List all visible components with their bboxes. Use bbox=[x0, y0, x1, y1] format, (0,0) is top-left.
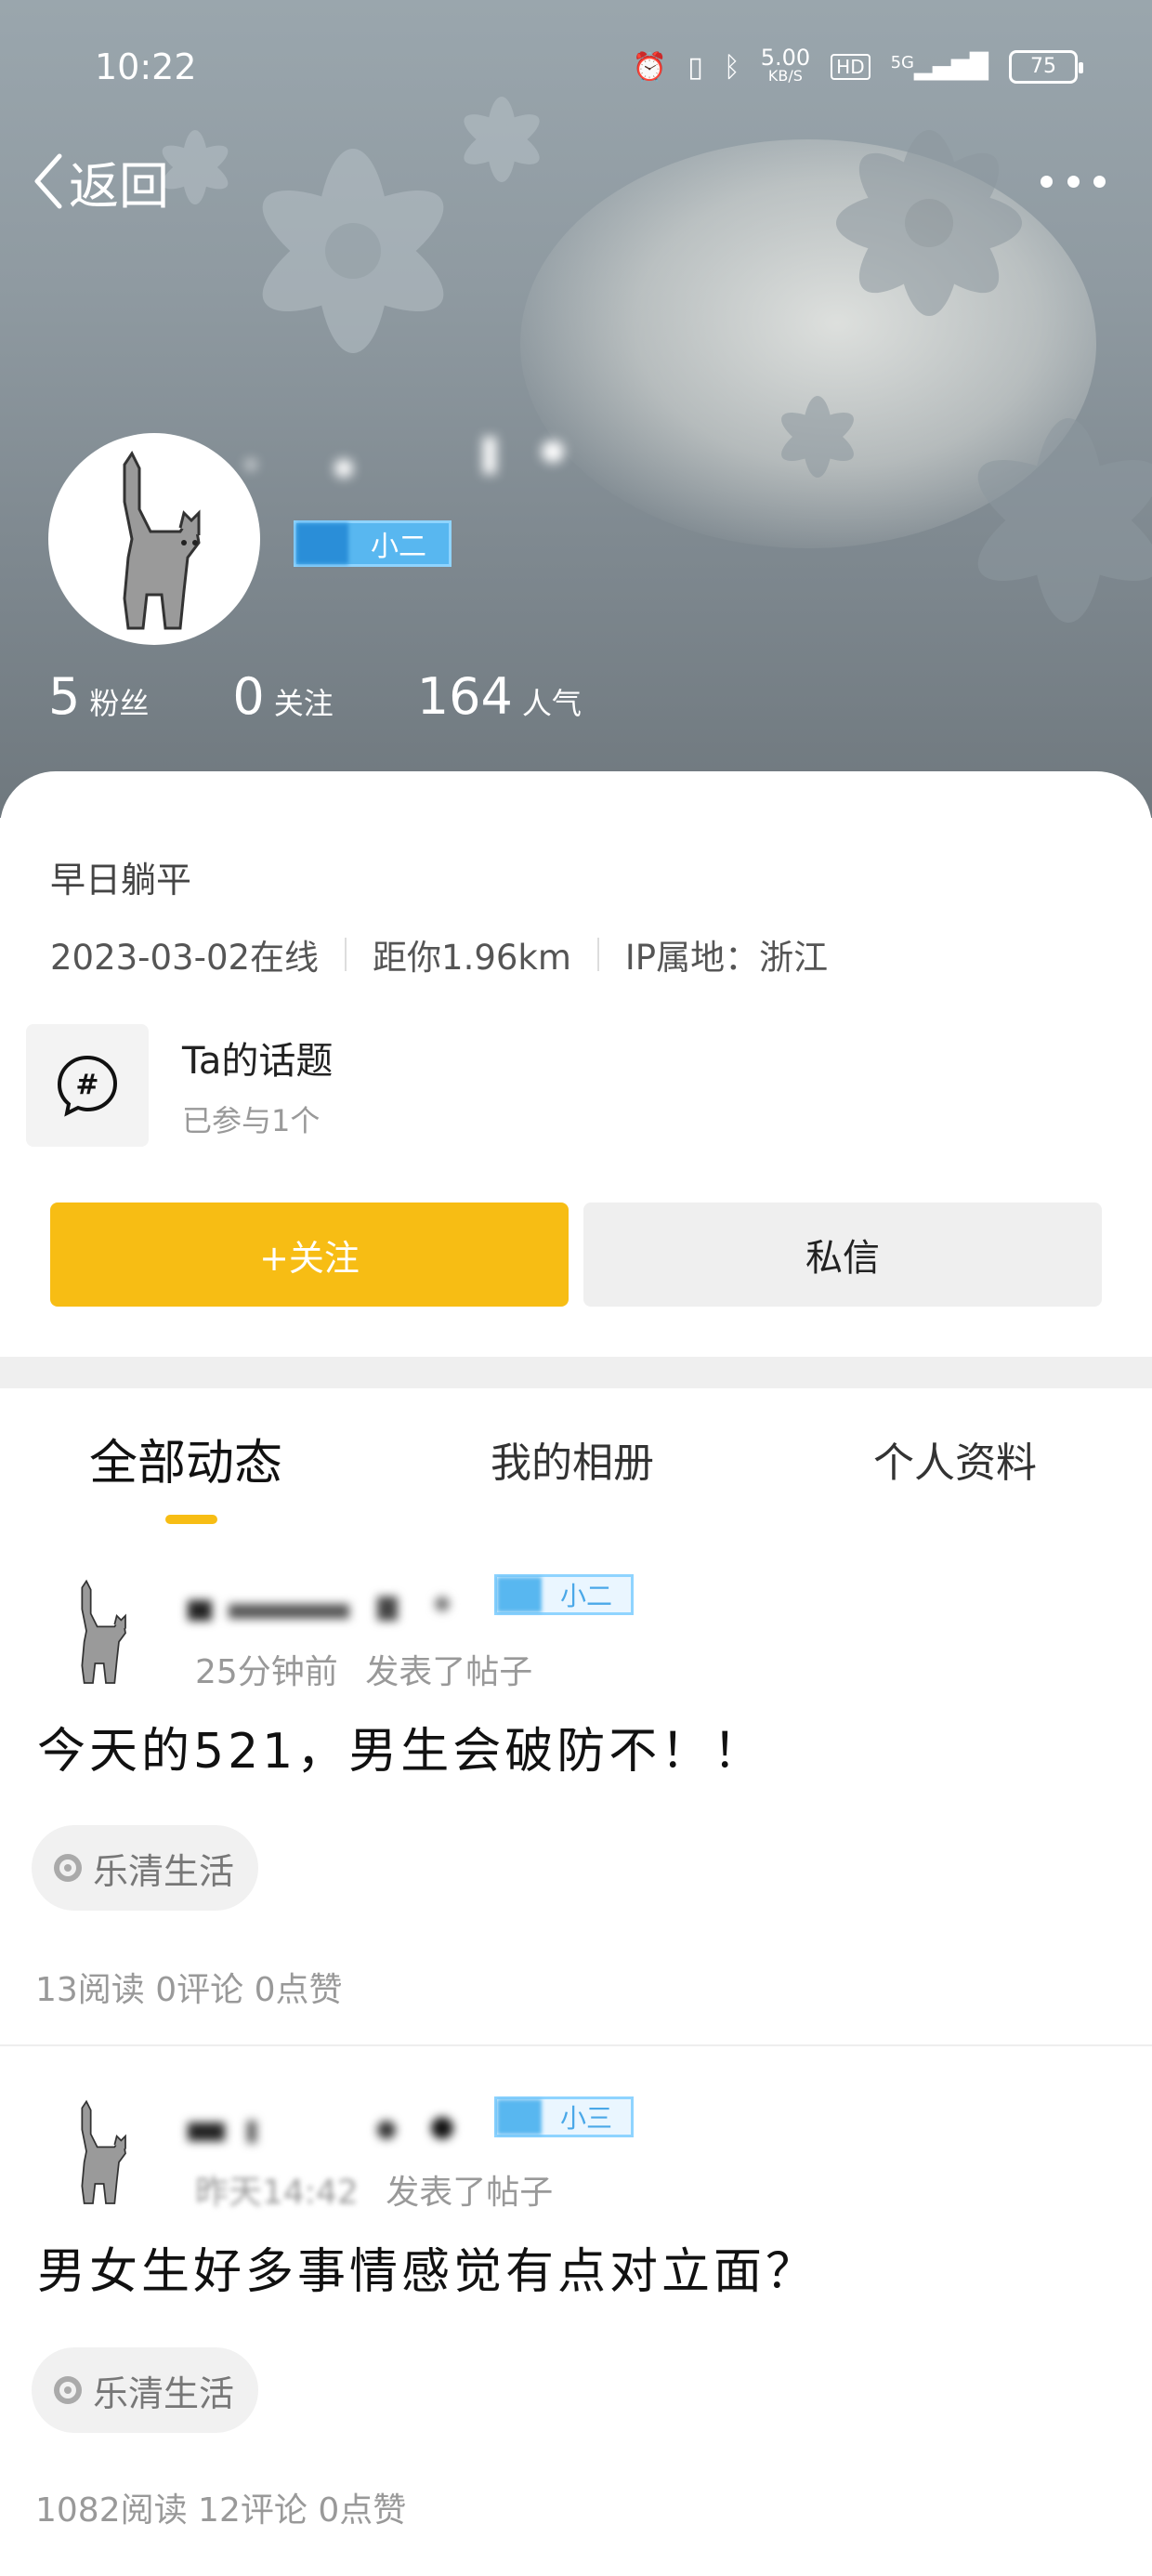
meta-divider bbox=[596, 938, 599, 971]
level-badge-label: 小二 bbox=[371, 531, 426, 563]
topic-text: Ta的话题 已参与1个 bbox=[182, 1031, 333, 1140]
stat-popularity-label: 人气 bbox=[521, 686, 582, 721]
profile-meta: 2023-03-02在线 距你1.96km IP属地：浙江 bbox=[50, 929, 828, 979]
post-title[interactable]: 男女生好多事情感觉有点对立面？ bbox=[37, 2232, 818, 2302]
net-speed-value: 5.00 bbox=[760, 45, 811, 71]
post-card[interactable]: 小三 昨天14:42 发表了帖子 男女生好多事情感觉有点对立面？ 乐清生活 10… bbox=[0, 2063, 1152, 2565]
follow-button[interactable]: +关注 bbox=[50, 1203, 569, 1307]
stat-popularity: 164 人气 bbox=[417, 667, 582, 726]
stat-following-value: 0 bbox=[232, 667, 265, 726]
svg-text:#: # bbox=[75, 1069, 98, 1101]
topic-subtitle: 已参与1个 bbox=[182, 1103, 321, 1138]
meta-divider bbox=[345, 938, 347, 971]
post-topic-tag[interactable]: 乐清生活 bbox=[32, 2347, 259, 2433]
back-button[interactable]: 返回 bbox=[32, 149, 169, 216]
post-time-value: 25分钟前 bbox=[195, 1653, 338, 1691]
post-author-badge: 小三 bbox=[494, 2096, 634, 2137]
post-topic-tag[interactable]: 乐清生活 bbox=[32, 1825, 259, 1911]
post-author-blurred bbox=[182, 2102, 498, 2158]
status-icons: ⏰ ▯ ᛒ 5.00 KB/S HD 5G▂▄▆█ 75 bbox=[632, 45, 1083, 85]
stat-fans-label: 粉丝 bbox=[89, 686, 150, 721]
topic-icon-box: # bbox=[26, 1024, 149, 1147]
post-level-blurred bbox=[497, 1577, 542, 1612]
target-icon bbox=[54, 1854, 82, 1882]
post-time-value: 昨天14:42 bbox=[195, 2174, 359, 2212]
profile-tabs: 全部动态 我的相册 个人资料 bbox=[0, 1388, 1152, 1528]
more-button[interactable] bbox=[1041, 163, 1106, 200]
battery-icon: 75 bbox=[1009, 50, 1083, 84]
stat-following-label: 关注 bbox=[273, 686, 334, 721]
tab-album[interactable]: 我的相册 bbox=[491, 1429, 654, 1489]
post-avatar[interactable] bbox=[67, 1571, 132, 1691]
bluetooth-icon: ᛒ bbox=[723, 50, 740, 84]
target-icon bbox=[54, 2376, 82, 2404]
hashtag-icon: # bbox=[57, 1055, 118, 1117]
distance: 距你1.96km bbox=[373, 938, 571, 978]
alarm-icon: ⏰ bbox=[632, 50, 668, 84]
stat-fans[interactable]: 5 粉丝 bbox=[48, 667, 149, 726]
network-type: 5G bbox=[890, 53, 915, 72]
status-bar: 10:22 ⏰ ▯ ᛒ 5.00 KB/S HD 5G▂▄▆█ 75 bbox=[0, 37, 1152, 102]
post-author-blurred bbox=[182, 1580, 498, 1636]
post-time: 25分钟前 发表了帖子 bbox=[195, 1645, 532, 1693]
user-level-badge: 小二 bbox=[294, 520, 452, 567]
net-speed: 5.00 KB/S bbox=[760, 45, 811, 85]
stat-popularity-value: 164 bbox=[416, 667, 513, 726]
post-card[interactable]: 小二 25分钟前 发表了帖子 今天的521，男生会破防不！！ 乐清生活 13阅读… bbox=[0, 1543, 1152, 2044]
username-blurred bbox=[232, 427, 585, 483]
profile-signature: 早日躺平 bbox=[50, 860, 192, 900]
topics-entry[interactable]: # Ta的话题 已参与1个 bbox=[26, 1024, 333, 1147]
post-topic-label: 乐清生活 bbox=[93, 2372, 235, 2414]
post-level-blurred bbox=[497, 2099, 542, 2135]
avatar[interactable] bbox=[48, 433, 260, 645]
stat-fans-value: 5 bbox=[48, 667, 81, 726]
profile-stats: 5 粉丝 0 关注 164 人气 bbox=[48, 667, 665, 726]
tab-all-posts[interactable]: 全部动态 bbox=[89, 1424, 282, 1493]
topic-title: Ta的话题 bbox=[182, 1040, 334, 1083]
chevron-left-icon bbox=[34, 153, 62, 209]
more-dot-icon bbox=[1041, 175, 1053, 188]
post-author-badge: 小二 bbox=[494, 1574, 634, 1615]
post-stats: 1082阅读 12评论 0点赞 bbox=[35, 2491, 407, 2530]
post-separator bbox=[0, 2044, 1152, 2046]
post-avatar[interactable] bbox=[67, 2091, 132, 2212]
profile-header: 10:22 ⏰ ▯ ᛒ 5.00 KB/S HD 5G▂▄▆█ 75 返回 小二… bbox=[0, 0, 1152, 818]
more-dot-icon bbox=[1067, 175, 1080, 188]
post-badge-label: 小三 bbox=[559, 2103, 612, 2134]
last-online: 2023-03-02在线 bbox=[50, 938, 320, 978]
hd-badge: HD bbox=[831, 54, 871, 80]
level-number-blurred bbox=[296, 523, 348, 564]
more-dot-icon bbox=[1093, 175, 1106, 188]
post-badge-label: 小二 bbox=[559, 1581, 612, 1611]
section-divider bbox=[0, 1357, 1152, 1388]
signal-icon: 5G▂▄▆█ bbox=[890, 53, 988, 81]
stat-following[interactable]: 0 关注 bbox=[232, 667, 333, 726]
status-time: 10:22 bbox=[95, 46, 197, 87]
ip-location: IP属地：浙江 bbox=[624, 938, 829, 978]
active-tab-indicator bbox=[165, 1515, 217, 1524]
vibrate-icon: ▯ bbox=[687, 50, 703, 84]
post-stats: 13阅读 0评论 0点赞 bbox=[35, 1971, 343, 2009]
message-button[interactable]: 私信 bbox=[583, 1203, 1102, 1307]
cat-avatar-icon bbox=[123, 451, 201, 630]
post-title[interactable]: 今天的521，男生会破防不！！ bbox=[37, 1712, 765, 1781]
post-time: 昨天14:42 发表了帖子 bbox=[195, 2165, 553, 2214]
post-action: 发表了帖子 bbox=[386, 2174, 554, 2212]
back-label: 返回 bbox=[69, 156, 169, 216]
tab-profile-details[interactable]: 个人资料 bbox=[873, 1429, 1037, 1489]
profile-info-card: 早日躺平 2023-03-02在线 距你1.96km IP属地：浙江 # Ta的… bbox=[0, 771, 1152, 1357]
flower-pattern-icon bbox=[162, 97, 540, 353]
post-action: 发表了帖子 bbox=[365, 1653, 533, 1691]
post-topic-label: 乐清生活 bbox=[93, 1850, 235, 1892]
